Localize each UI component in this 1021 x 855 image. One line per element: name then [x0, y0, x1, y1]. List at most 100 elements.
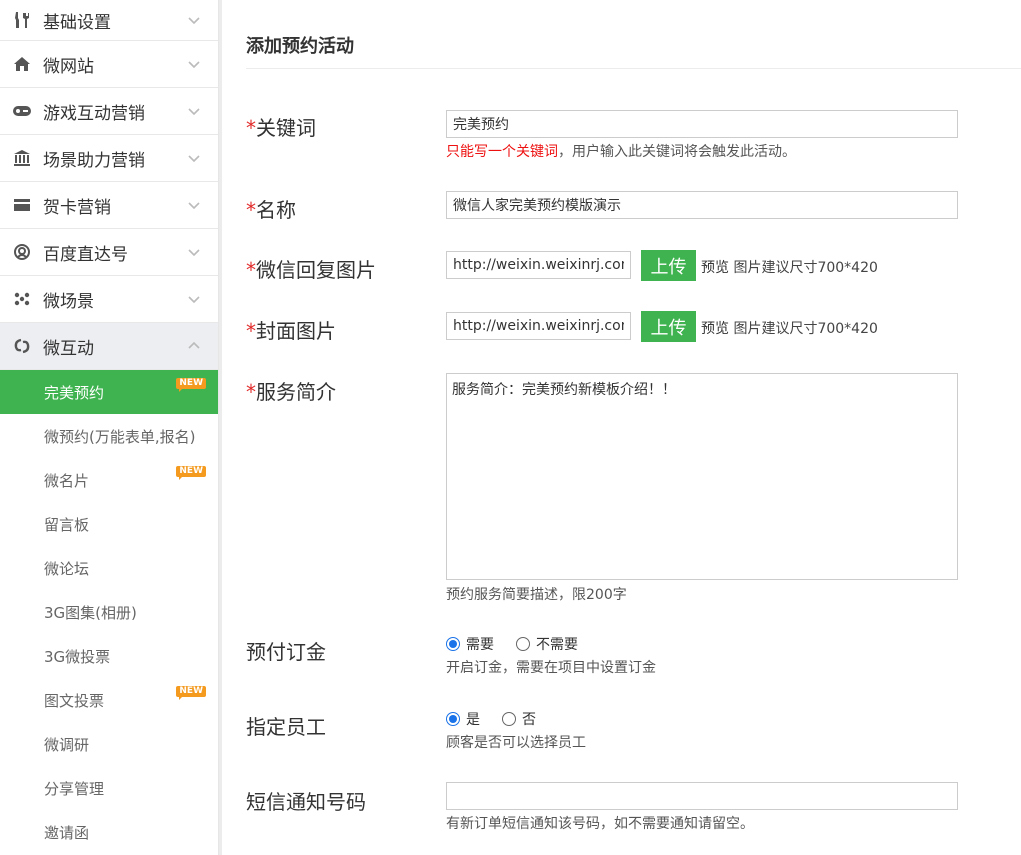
- menu-item-basic-settings[interactable]: 基础设置: [0, 0, 218, 41]
- sub-item-label: 分享管理: [44, 779, 105, 798]
- service-intro-hint: 预约服务简要描述，限200字: [446, 587, 627, 603]
- sub-item-label: 留言板: [44, 515, 90, 534]
- sub-item-label: 3G微投票: [44, 647, 111, 666]
- chevron-down-icon: [188, 61, 200, 69]
- chevron-down-icon: [188, 108, 200, 116]
- cover-image-size-hint: 图片建议尺寸700*420: [733, 321, 878, 337]
- new-badge: NEW: [176, 686, 206, 700]
- menu-label: 微网站: [43, 56, 94, 77]
- radio-label: 是: [466, 712, 480, 728]
- deposit-radio-yes[interactable]: 需要: [446, 634, 494, 654]
- sub-item-micro-card[interactable]: 微名片 NEW: [0, 458, 218, 502]
- deposit-radio-group: 需要 不需要: [446, 634, 656, 654]
- chevron-down-icon: [188, 202, 200, 210]
- name-label: *名称: [246, 194, 296, 223]
- reply-image-url-input[interactable]: [446, 251, 631, 279]
- menu-item-scene-boost-marketing[interactable]: 场景助力营销: [0, 135, 218, 182]
- chevron-down-icon: [188, 296, 200, 304]
- sub-item-micro-forum[interactable]: 微论坛: [0, 546, 218, 590]
- menu-item-micro-interaction[interactable]: 微互动: [0, 323, 218, 370]
- menu-item-micro-scene[interactable]: 微场景: [0, 276, 218, 323]
- menu-item-micro-site[interactable]: 微网站: [0, 41, 218, 88]
- new-badge: NEW: [176, 466, 206, 480]
- name-field-wrap: [446, 191, 958, 219]
- deposit-field-wrap: 需要 不需要 开启订金，需要在项目中设置订金: [446, 634, 656, 677]
- staff-radio-no[interactable]: 否: [502, 709, 536, 729]
- required-mark: *: [246, 198, 256, 222]
- cover-image-url-input[interactable]: [446, 312, 631, 340]
- cover-image-preview-wrap: 预览 图片建议尺寸700*420: [701, 318, 878, 338]
- radio-checked-icon: [446, 637, 460, 651]
- sub-item-perfect-booking[interactable]: 完美预约 NEW: [0, 370, 218, 414]
- swirl-icon: [12, 336, 32, 356]
- menu-item-game-marketing[interactable]: 游戏互动营销: [0, 88, 218, 135]
- dots-icon: [12, 289, 32, 309]
- sub-item-3g-album[interactable]: 3G图集(相册): [0, 590, 218, 634]
- tools-icon: [12, 10, 32, 30]
- service-intro-textarea[interactable]: 服务简介：完美预约新模板介绍！！: [446, 373, 958, 580]
- main-content: 添加预约活动 *关键词 只能写一个关键词，用户输入此关键词将会触发此活动。 *名…: [222, 0, 1021, 855]
- page-title: 添加预约活动: [246, 36, 354, 57]
- sub-item-3g-vote[interactable]: 3G微投票: [0, 634, 218, 678]
- sub-item-image-vote[interactable]: 图文投票 NEW: [0, 678, 218, 722]
- sub-item-share-management[interactable]: 分享管理: [0, 766, 218, 810]
- sidebar: 基础设置 微网站 游戏互动营销 场景助力营销 贺卡营销 百度直达号 微场景 微互…: [0, 0, 219, 855]
- required-mark: *: [246, 258, 256, 282]
- keyword-input[interactable]: [446, 110, 958, 138]
- sub-item-label: 微名片: [44, 471, 90, 490]
- radio-label: 不需要: [536, 637, 578, 653]
- keyword-field-wrap: 只能写一个关键词，用户输入此关键词将会触发此活动。: [446, 110, 958, 161]
- sub-item-label: 邀请函: [44, 823, 90, 842]
- required-mark: *: [246, 116, 256, 140]
- deposit-radio-no[interactable]: 不需要: [516, 634, 578, 654]
- home-icon: [12, 54, 32, 74]
- sub-item-label: 微预约(万能表单,报名): [44, 427, 196, 446]
- radio-unchecked-icon: [516, 637, 530, 651]
- menu-item-baidu-direct[interactable]: 百度直达号: [0, 229, 218, 276]
- chevron-up-icon: [188, 341, 200, 349]
- name-input[interactable]: [446, 191, 958, 219]
- bank-icon: [12, 148, 32, 168]
- cover-image-upload-button[interactable]: 上传: [641, 311, 696, 342]
- sub-item-message-board[interactable]: 留言板: [0, 502, 218, 546]
- required-mark: *: [246, 380, 256, 404]
- keyword-hint: 只能写一个关键词，用户输入此关键词将会触发此活动。: [446, 141, 958, 161]
- sub-item-label: 图文投票: [44, 691, 105, 710]
- staff-field-wrap: 是 否 顾客是否可以选择员工: [446, 709, 586, 752]
- card-icon: [12, 195, 32, 215]
- reply-image-upload-button[interactable]: 上传: [641, 250, 696, 281]
- label-text: 服务简介: [256, 380, 336, 404]
- required-mark: *: [246, 319, 256, 343]
- menu-item-greeting-card[interactable]: 贺卡营销: [0, 182, 218, 229]
- cover-image-preview-link[interactable]: 预览: [701, 321, 729, 337]
- title-divider: [246, 68, 1021, 69]
- radio-unchecked-icon: [502, 712, 516, 726]
- sub-item-label: 微论坛: [44, 559, 90, 578]
- sub-item-invitation[interactable]: 邀请函: [0, 810, 218, 854]
- cover-image-label: *封面图片: [246, 315, 336, 344]
- radio-label: 否: [522, 712, 536, 728]
- menu-label: 贺卡营销: [43, 197, 111, 218]
- staff-radio-yes[interactable]: 是: [446, 709, 480, 729]
- sub-item-label: 完美预约: [44, 383, 105, 402]
- label-text: 封面图片: [256, 319, 336, 343]
- sub-item-label: 3G图集(相册): [44, 603, 137, 622]
- staff-hint: 顾客是否可以选择员工: [446, 735, 586, 751]
- label-text: 关键词: [256, 116, 316, 140]
- reply-image-preview-link[interactable]: 预览: [701, 260, 729, 276]
- sub-item-micro-survey[interactable]: 微调研: [0, 722, 218, 766]
- reply-image-size-hint: 图片建议尺寸700*420: [733, 260, 878, 276]
- menu-label: 场景助力营销: [43, 150, 145, 171]
- keyword-label: *关键词: [246, 112, 316, 141]
- service-intro-field-wrap: 服务简介：完美预约新模板介绍！！ 预约服务简要描述，限200字: [446, 373, 958, 604]
- deposit-hint: 开启订金，需要在项目中设置订金: [446, 660, 656, 676]
- menu-label: 游戏互动营销: [43, 103, 145, 124]
- service-intro-label: *服务简介: [246, 376, 336, 405]
- sms-label: 短信通知号码: [246, 790, 366, 814]
- chevron-down-icon: [188, 249, 200, 257]
- sms-hint: 有新订单短信通知该号码，如不需要通知请留空。: [446, 816, 754, 832]
- sub-item-micro-booking[interactable]: 微预约(万能表单,报名): [0, 414, 218, 458]
- menu-label: 微互动: [43, 338, 94, 359]
- radio-checked-icon: [446, 712, 460, 726]
- sms-number-input[interactable]: [446, 782, 958, 810]
